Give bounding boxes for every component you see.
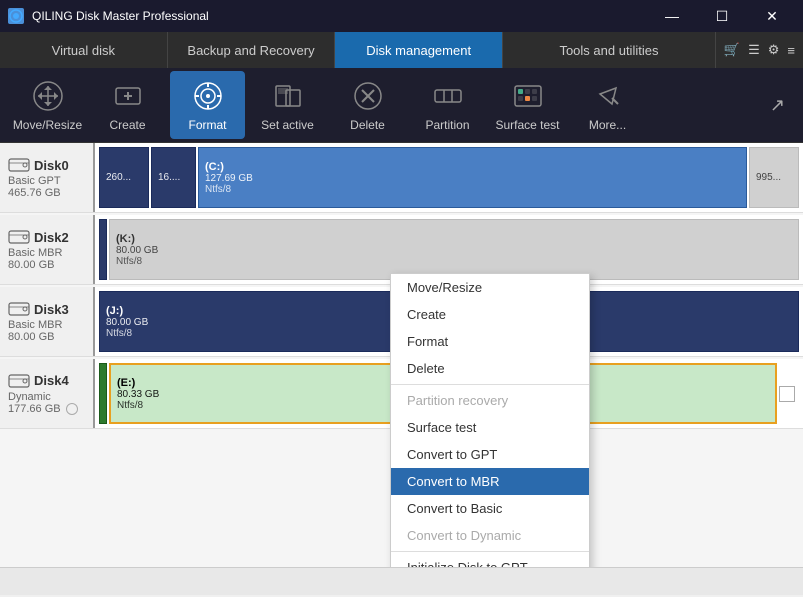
disk3-size: 80.00 GB [8, 331, 85, 343]
disk4-size: 177.66 GB [8, 403, 85, 415]
toolbar-create[interactable]: Create [90, 71, 165, 139]
toolbar-delete[interactable]: Delete [330, 71, 405, 139]
ctx-init-gpt[interactable]: Initialize Disk to GPT [391, 554, 589, 567]
disk2-type: Basic MBR [8, 247, 85, 259]
ctx-sep2 [391, 551, 589, 552]
toolbar-set-active-label: Set active [261, 118, 314, 132]
title-bar: QILING Disk Master Professional — ☐ ✕ [0, 0, 803, 32]
disk4-name: Disk4 [8, 372, 85, 390]
delete-icon [350, 78, 386, 114]
toolbar-partition-label: Partition [425, 118, 469, 132]
disk0-partitions: 260... 16.... (C:) 127.69 GB Ntfs/8 995.… [95, 143, 803, 212]
toolbar-create-label: Create [109, 118, 145, 132]
surface-test-icon [510, 78, 546, 114]
create-icon [110, 78, 146, 114]
content-area: Disk0 Basic GPT 465.76 GB 260... 16.... … [0, 143, 803, 567]
tab-tools-utilities[interactable]: Tools and utilities [503, 32, 716, 68]
ctx-move-resize[interactable]: Move/Resize [391, 274, 589, 301]
toolbar: Move/Resize Create Format [0, 68, 803, 143]
cart-icon[interactable]: 🛒 [724, 42, 740, 58]
close-button[interactable]: ✕ [749, 0, 795, 32]
move-resize-icon [30, 78, 66, 114]
more-icon [590, 78, 626, 114]
hdd-icon [8, 156, 30, 174]
partition-d2p2[interactable]: (K:) 80.00 GB Ntfs/8 [109, 219, 799, 280]
disk0-size: 465.76 GB [8, 187, 85, 199]
toolbar-more[interactable]: More... [570, 71, 645, 139]
disk4-info: Disk4 Dynamic 177.66 GB [0, 359, 95, 428]
maximize-button[interactable]: ☐ [699, 0, 745, 32]
disk3-type: Basic MBR [8, 319, 85, 331]
ctx-convert-mbr[interactable]: Convert to MBR [391, 468, 589, 495]
toolbar-move-resize-label: Move/Resize [13, 118, 82, 132]
toolbar-format-label: Format [188, 118, 226, 132]
disk0-info: Disk0 Basic GPT 465.76 GB [0, 143, 95, 212]
partition-d2p1[interactable] [99, 219, 107, 280]
tab-backup-recovery[interactable]: Backup and Recovery [168, 32, 336, 68]
hdd-icon [8, 300, 30, 318]
toolbar-corner-icon: ↗ [770, 95, 785, 115]
ctx-convert-gpt[interactable]: Convert to GPT [391, 441, 589, 468]
ctx-convert-dynamic: Convert to Dynamic [391, 522, 589, 549]
toolbar-format[interactable]: Format [170, 71, 245, 139]
tab-virtual-disk[interactable]: Virtual disk [0, 32, 168, 68]
nav-tabs: Virtual disk Backup and Recovery Disk ma… [0, 32, 803, 68]
toolbar-partition[interactable]: Partition [410, 71, 485, 139]
tab-disk-management[interactable]: Disk management [335, 32, 503, 68]
ctx-sep1 [391, 384, 589, 385]
gear-icon[interactable]: ⚙ [768, 42, 780, 58]
toolbar-more-label: More... [589, 118, 626, 132]
partition-icon [430, 78, 466, 114]
status-bar [0, 567, 803, 595]
disk2-info: Disk2 Basic MBR 80.00 GB [0, 215, 95, 284]
disk0-type: Basic GPT [8, 175, 85, 187]
disk-row-disk0: Disk0 Basic GPT 465.76 GB 260... 16.... … [0, 143, 803, 213]
minimize-button[interactable]: — [649, 0, 695, 32]
disk3-name: Disk3 [8, 300, 85, 318]
disk2-name: Disk2 [8, 228, 85, 246]
partition-d0p4[interactable]: 995... [749, 147, 799, 208]
ctx-partition-recovery: Partition recovery [391, 387, 589, 414]
ctx-convert-basic[interactable]: Convert to Basic [391, 495, 589, 522]
partition-d0p1[interactable]: 260... [99, 147, 149, 208]
disk0-name: Disk0 [8, 156, 85, 174]
ctx-surface-test[interactable]: Surface test [391, 414, 589, 441]
context-menu: Move/Resize Create Format Delete Partiti… [390, 273, 590, 567]
menu-icon[interactable]: ≡ [787, 43, 795, 58]
list-icon[interactable]: ☰ [748, 42, 760, 58]
hdd-icon [8, 372, 30, 390]
partition-d0p3[interactable]: (C:) 127.69 GB Ntfs/8 [198, 147, 747, 208]
hdd-icon [8, 228, 30, 246]
app-title: QILING Disk Master Professional [32, 9, 209, 23]
ctx-delete[interactable]: Delete [391, 355, 589, 382]
toolbar-surface-test-label: Surface test [495, 118, 559, 132]
partition-d4p1[interactable] [99, 363, 107, 424]
disk4-type: Dynamic [8, 391, 85, 403]
nav-icons: 🛒 ☰ ⚙ ≡ [716, 32, 803, 68]
disk3-info: Disk3 Basic MBR 80.00 GB [0, 287, 95, 356]
toolbar-surface-test[interactable]: Surface test [490, 71, 565, 139]
format-icon [190, 78, 226, 114]
ctx-format[interactable]: Format [391, 328, 589, 355]
toolbar-delete-label: Delete [350, 118, 385, 132]
ctx-create[interactable]: Create [391, 301, 589, 328]
app-icon [8, 8, 24, 24]
toolbar-set-active[interactable]: Set active [250, 71, 325, 139]
partition-d0p2[interactable]: 16.... [151, 147, 196, 208]
set-active-icon [270, 78, 306, 114]
toolbar-move-resize[interactable]: Move/Resize [10, 71, 85, 139]
disk2-size: 80.00 GB [8, 259, 85, 271]
